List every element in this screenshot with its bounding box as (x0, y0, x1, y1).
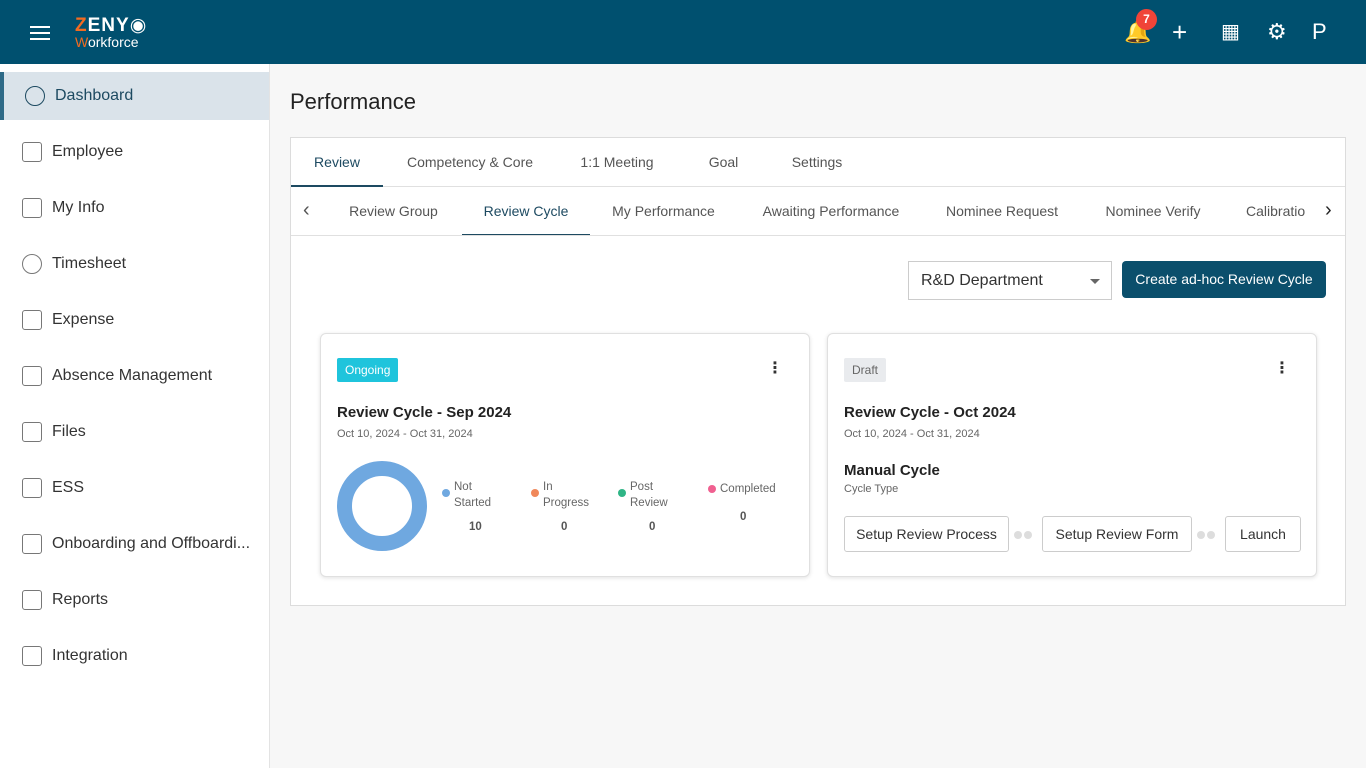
card-dates: Oct 10, 2024 - Oct 31, 2024 (337, 428, 473, 440)
sidebar-item-employee[interactable]: Employee (0, 128, 269, 176)
create-review-cycle-button[interactable]: Create ad-hoc Review Cycle (1122, 261, 1326, 298)
legend-post-review: Post Review 0 (618, 479, 710, 533)
gear-icon[interactable]: ⚙ (1267, 20, 1287, 44)
tab-settings[interactable]: Settings (777, 138, 857, 187)
sidebar-item-ess[interactable]: ESS (0, 464, 269, 512)
tab-one-on-one[interactable]: 1:1 Meeting (567, 138, 667, 187)
apps-grid-icon[interactable]: ▦ (1221, 20, 1240, 44)
legend-completed: Completed 0 (708, 481, 800, 523)
sidebar-item-absence[interactable]: Absence Management (0, 352, 269, 400)
sidebar-item-timesheet[interactable]: Timesheet (0, 240, 269, 288)
department-select[interactable]: R&D Department (908, 261, 1112, 300)
file-icon (22, 422, 42, 442)
monitor-user-icon (22, 478, 42, 498)
subtab-review-group[interactable]: Review Group (336, 187, 451, 235)
id-card-icon (22, 534, 42, 554)
money-icon (22, 310, 42, 330)
report-icon (22, 590, 42, 610)
legend-in-progress: In Progress 0 (531, 479, 623, 533)
cycle-type-value: Manual Cycle (844, 462, 940, 479)
setup-review-process-button[interactable]: Setup Review Process (844, 516, 1009, 552)
sidebar: Dashboard Employee My Info Timesheet Exp… (0, 64, 270, 768)
notification-badge: 7 (1136, 9, 1157, 30)
chevron-left-icon[interactable]: ‹ (303, 199, 310, 222)
launch-button[interactable]: Launch (1225, 516, 1301, 552)
card-title: Review Cycle - Oct 2024 (844, 404, 1016, 421)
connector-icon (1197, 531, 1219, 539)
sidebar-item-expense[interactable]: Expense (0, 296, 269, 344)
review-cycle-card[interactable]: Ongoing ⋮ Review Cycle - Sep 2024 Oct 10… (320, 333, 810, 577)
connector-icon (1014, 531, 1036, 539)
sidebar-item-integration[interactable]: Integration (0, 632, 269, 680)
donut-chart (337, 461, 427, 551)
legend-not-started: Not Started 10 (442, 479, 534, 533)
more-options-icon[interactable]: ⋮ (767, 358, 783, 378)
top-header: ZENY◉ Workforce 🔔 7 + ▦ ⚙ P (0, 0, 1366, 64)
subtab-calibration[interactable]: Calibratio (1246, 187, 1316, 235)
sidebar-item-reports[interactable]: Reports (0, 576, 269, 624)
cycle-type-label: Cycle Type (844, 483, 899, 495)
review-cycle-card[interactable]: Draft ⋮ Review Cycle - Oct 2024 Oct 10, … (827, 333, 1317, 577)
more-options-icon[interactable]: ⋮ (1274, 358, 1290, 378)
hierarchy-icon (22, 646, 42, 666)
performance-panel: Review Competency & Core 1:1 Meeting Goa… (290, 137, 1346, 606)
subtab-my-performance[interactable]: My Performance (601, 187, 726, 235)
sub-tabs: ‹ Review Group Review Cycle My Performan… (291, 187, 1345, 236)
sidebar-item-files[interactable]: Files (0, 408, 269, 456)
sidebar-item-dashboard[interactable]: Dashboard (0, 72, 269, 120)
setup-review-form-button[interactable]: Setup Review Form (1042, 516, 1192, 552)
page-title: Performance (290, 89, 416, 114)
main-tabs: Review Competency & Core 1:1 Meeting Goa… (291, 138, 1345, 187)
plus-icon[interactable]: + (1172, 19, 1187, 45)
subtab-nominee-request[interactable]: Nominee Request (937, 187, 1067, 235)
menu-icon[interactable] (30, 26, 50, 40)
subtab-nominee-verify[interactable]: Nominee Verify (1093, 187, 1213, 235)
status-badge: Draft (844, 358, 887, 382)
subtab-awaiting-performance[interactable]: Awaiting Performance (751, 187, 911, 235)
card-dates: Oct 10, 2024 - Oct 31, 2024 (844, 428, 980, 440)
tab-goal[interactable]: Goal (691, 138, 756, 187)
tab-review[interactable]: Review (291, 138, 383, 187)
status-badge: Ongoing (337, 358, 399, 382)
exit-door-icon (22, 366, 42, 386)
employee-icon (22, 142, 42, 162)
clock-icon (22, 254, 42, 274)
user-icon (22, 198, 42, 218)
subtab-review-cycle[interactable]: Review Cycle (462, 187, 590, 235)
pie-chart-icon (25, 86, 45, 106)
sidebar-item-my-info[interactable]: My Info (0, 184, 269, 232)
chevron-right-icon[interactable]: › (1321, 199, 1336, 222)
avatar[interactable]: P (1312, 20, 1327, 44)
logo[interactable]: ZENY◉ Workforce (75, 16, 147, 49)
sidebar-item-onboarding[interactable]: Onboarding and Offboardi... (0, 520, 269, 568)
tab-competency[interactable]: Competency & Core (395, 138, 545, 187)
card-title: Review Cycle - Sep 2024 (337, 404, 512, 421)
